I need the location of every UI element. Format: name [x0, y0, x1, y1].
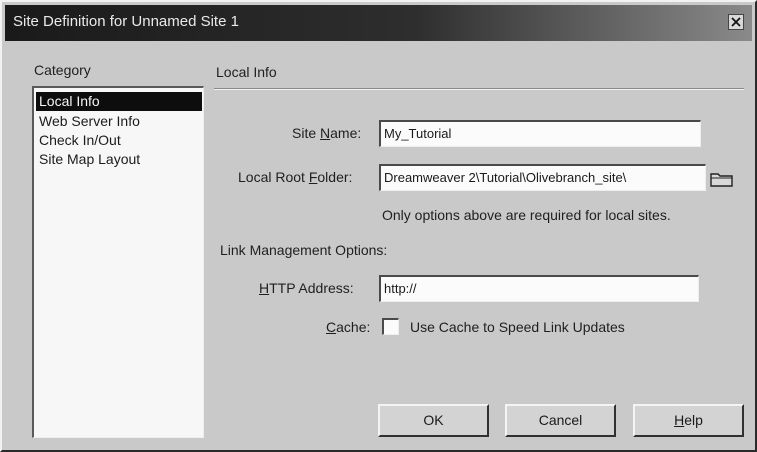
local-root-folder-label: Local Root Folder: [238, 169, 353, 185]
close-icon [731, 17, 741, 27]
window-title: Site Definition for Unnamed Site 1 [13, 13, 239, 30]
http-address-label: HTTP Address: [259, 280, 354, 296]
ok-button[interactable]: OK [378, 404, 489, 437]
section-title: Local Info [216, 64, 277, 80]
site-name-label: Site Name: [292, 125, 362, 141]
site-definition-dialog: Site Definition for Unnamed Site 1 Categ… [0, 0, 757, 452]
category-item-local-info[interactable]: Local Info [36, 92, 202, 111]
cancel-button[interactable]: Cancel [505, 404, 616, 437]
section-divider [214, 88, 744, 90]
local-root-folder-field[interactable]: Dreamweaver 2\Tutorial\Olivebranch_site\ [379, 164, 706, 191]
title-bar[interactable]: Site Definition for Unnamed Site 1 [5, 5, 752, 41]
required-note: Only options above are required for loca… [382, 207, 671, 223]
category-label: Category [34, 62, 91, 78]
folder-icon[interactable] [709, 169, 735, 189]
help-button[interactable]: Help [633, 404, 744, 437]
category-list[interactable]: Local Info Web Server Info Check In/Out … [32, 86, 204, 438]
close-button[interactable] [728, 14, 744, 30]
cache-checkbox[interactable] [382, 318, 399, 335]
category-item-site-map-layout[interactable]: Site Map Layout [36, 150, 202, 169]
cache-checkbox-label[interactable]: Use Cache to Speed Link Updates [410, 319, 625, 335]
category-item-check-in-out[interactable]: Check In/Out [36, 131, 202, 150]
site-name-field[interactable]: My_Tutorial [379, 120, 701, 147]
http-address-field[interactable]: http:// [379, 275, 699, 302]
cache-label: Cache: [326, 319, 371, 335]
category-item-web-server-info[interactable]: Web Server Info [36, 112, 202, 131]
link-management-label: Link Management Options: [220, 242, 388, 258]
